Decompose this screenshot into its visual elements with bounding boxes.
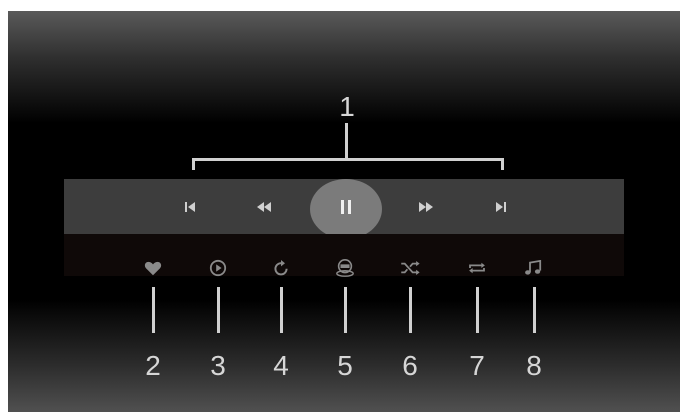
rewind-button[interactable] <box>244 179 284 234</box>
skip-next-icon <box>494 200 508 214</box>
callout-line-1-right-tick <box>501 158 504 170</box>
callout-number-6: 6 <box>402 350 418 381</box>
callout-line-6 <box>409 287 412 333</box>
callout-line-5 <box>344 287 347 333</box>
pause-icon <box>339 199 353 215</box>
play-button[interactable] <box>201 247 235 289</box>
repeat-button[interactable] <box>460 247 494 289</box>
repeat-icon <box>467 261 487 275</box>
skip-previous-icon <box>183 200 197 214</box>
callout-line-4 <box>280 287 283 333</box>
music-notes-button[interactable] <box>517 247 551 289</box>
skip-previous-button[interactable] <box>170 179 210 234</box>
callout-line-3 <box>217 287 220 333</box>
callout-line-1-bracket <box>192 158 504 161</box>
favorite-button[interactable] <box>136 247 170 289</box>
callout-line-7 <box>476 287 479 333</box>
skip-next-button[interactable] <box>481 179 521 234</box>
callout-number-1: 1 <box>339 91 355 122</box>
music-notes-icon <box>524 260 544 276</box>
pause-button[interactable] <box>326 179 366 234</box>
callout-line-2 <box>152 287 155 333</box>
callout-number-8: 8 <box>526 350 542 381</box>
callout-number-4: 4 <box>273 350 289 381</box>
replay-button[interactable] <box>264 247 298 289</box>
fast-forward-button[interactable] <box>406 179 446 234</box>
callout-number-2: 2 <box>145 350 161 381</box>
callout-line-1-left-tick <box>192 158 195 170</box>
play-circle-icon <box>209 259 227 277</box>
shuffle-button[interactable] <box>393 247 427 289</box>
fast-forward-icon <box>417 201 435 213</box>
shuffle-icon <box>400 261 420 275</box>
screen: 1 2 3 4 5 6 7 8 <box>8 11 680 412</box>
replay-icon <box>273 259 289 277</box>
callout-line-8 <box>533 287 536 333</box>
callout-number-3: 3 <box>210 350 226 381</box>
heart-icon <box>144 260 162 276</box>
callout-number-7: 7 <box>469 350 485 381</box>
view-360-icon <box>335 258 355 278</box>
callout-number-5: 5 <box>337 350 353 381</box>
callout-line-1-vertical <box>345 123 348 159</box>
view-360-button[interactable] <box>328 247 362 289</box>
rewind-icon <box>255 201 273 213</box>
